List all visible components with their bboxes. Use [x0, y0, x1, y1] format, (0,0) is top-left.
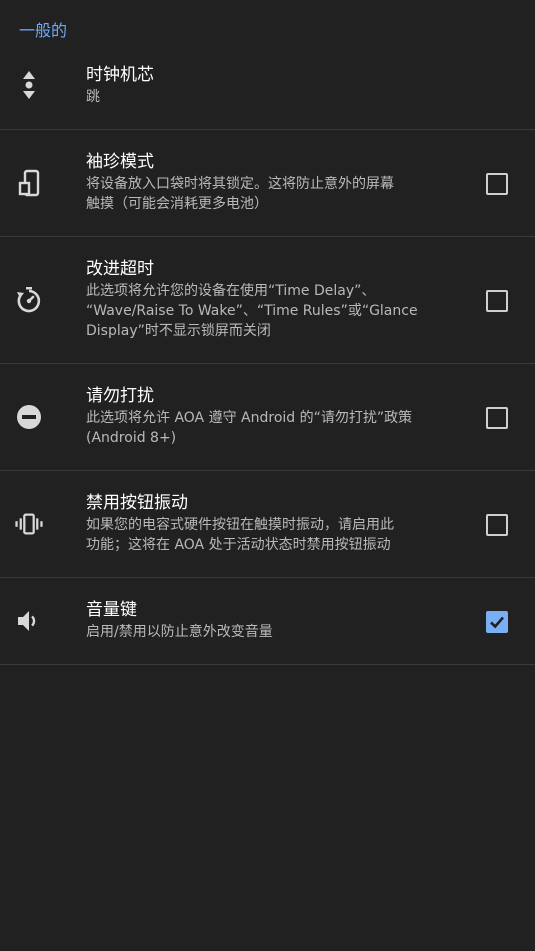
vertical-move-icon	[14, 70, 44, 100]
setting-title: 改进超时	[86, 259, 154, 279]
pocket-phone-icon	[14, 168, 44, 198]
setting-summary: 跳	[86, 89, 100, 105]
vibration-icon	[14, 509, 44, 539]
setting-title: 禁用按钮振动	[86, 493, 188, 513]
pocket-mode-checkbox[interactable]	[486, 173, 508, 195]
setting-title: 请勿打扰	[86, 386, 154, 406]
volume-icon	[14, 606, 44, 636]
do-not-disturb-checkbox[interactable]	[486, 407, 508, 429]
setting-summary: 启用/禁用以防止意外改变音量	[86, 624, 273, 640]
setting-pocket-mode[interactable]: 袖珍模式 将设备放入口袋时将其锁定。这将防止意外的屏幕 触摸（可能会消耗更多电池…	[0, 130, 535, 237]
checkmark-icon	[490, 616, 504, 629]
settings-list: 时钟机芯 跳 袖珍模式 将设备放入口袋时将其锁定。这将防止意外的屏幕 触摸（可能…	[0, 50, 535, 665]
setting-summary: 如果您的电容式硬件按钮在触摸时振动，请启用此 功能；这将在 AOA 处于活动状态…	[86, 517, 394, 553]
setting-summary: 此选项将允许 AOA 遵守 Android 的“请勿打扰”政策 (Android…	[86, 410, 413, 446]
setting-disable-button-vibration[interactable]: 禁用按钮振动 如果您的电容式硬件按钮在触摸时振动，请启用此 功能；这将在 AOA…	[0, 471, 535, 578]
setting-title: 音量键	[86, 600, 137, 620]
do-not-disturb-icon	[14, 402, 44, 432]
volume-keys-checkbox[interactable]	[486, 611, 508, 633]
disable-vibration-checkbox[interactable]	[486, 514, 508, 536]
setting-do-not-disturb[interactable]: 请勿打扰 此选项将允许 AOA 遵守 Android 的“请勿打扰”政策 (An…	[0, 364, 535, 471]
setting-volume-keys[interactable]: 音量键 启用/禁用以防止意外改变音量	[0, 578, 535, 665]
setting-summary: 将设备放入口袋时将其锁定。这将防止意外的屏幕 触摸（可能会消耗更多电池）	[86, 176, 394, 212]
setting-title: 袖珍模式	[86, 152, 154, 172]
setting-summary: 此选项将允许您的设备在使用“Time Delay”、 “Wave/Raise T…	[86, 283, 418, 339]
setting-clock-movement[interactable]: 时钟机芯 跳	[0, 50, 535, 130]
settings-screen: 一般的 时钟机芯 跳 袖珍模式 将设备放入口袋时将其锁定。这将防止意外的屏幕 触…	[0, 0, 535, 951]
setting-title: 时钟机芯	[86, 65, 154, 85]
setting-improved-timeout[interactable]: 改进超时 此选项将允许您的设备在使用“Time Delay”、 “Wave/Ra…	[0, 237, 535, 364]
improved-timeout-checkbox[interactable]	[486, 290, 508, 312]
timer-icon	[14, 285, 44, 315]
section-header: 一般的	[19, 21, 68, 40]
